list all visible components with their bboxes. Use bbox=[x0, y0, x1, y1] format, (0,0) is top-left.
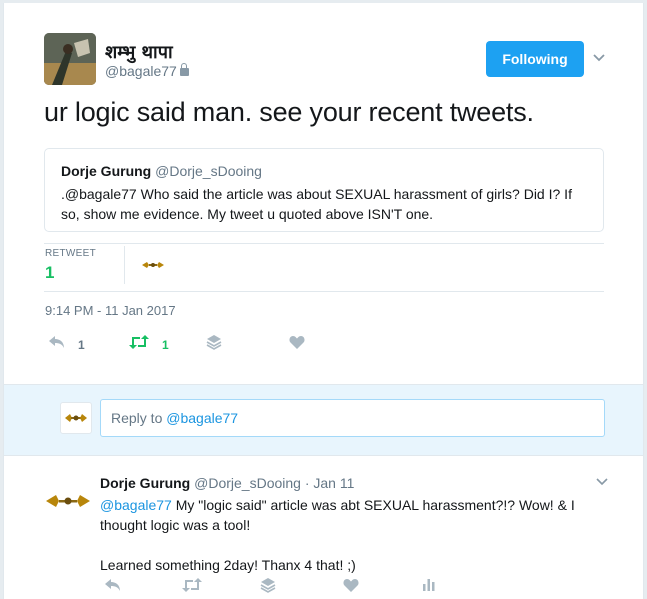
reply-retweet-action[interactable] bbox=[181, 578, 203, 597]
retweeter-avatar[interactable] bbox=[141, 258, 165, 270]
quoted-tweet[interactable]: Dorje Gurung @Dorje_sDooing .@bagale77 W… bbox=[44, 148, 604, 232]
reply-stack-action[interactable] bbox=[260, 577, 276, 598]
reply-mention[interactable]: @bagale77 bbox=[100, 497, 172, 513]
reply-like-action[interactable] bbox=[343, 578, 359, 597]
retweet-count: 1 bbox=[162, 337, 169, 352]
quoted-author[interactable]: Dorje Gurung @Dorje_sDooing bbox=[61, 163, 262, 179]
author-name[interactable]: शम्भु थापा bbox=[105, 40, 173, 64]
quoted-author-handle[interactable]: @Dorje_sDooing bbox=[155, 163, 262, 179]
stack-icon bbox=[260, 577, 276, 598]
reply-placeholder-mention: @bagale77 bbox=[166, 410, 239, 426]
lock-icon bbox=[179, 63, 189, 76]
stats-separator bbox=[124, 246, 125, 284]
reply-author[interactable]: Dorje Gurung @Dorje_sDooing · Jan 11 bbox=[100, 475, 354, 491]
tweet-card: शम्भु थापा @bagale77 Following ur logic … bbox=[3, 3, 644, 599]
reply-reply-action[interactable] bbox=[104, 578, 122, 597]
retweet-icon bbox=[128, 335, 150, 354]
reply-text: @bagale77 My "logic said" article was ab… bbox=[100, 495, 590, 575]
heart-icon bbox=[343, 578, 359, 597]
analytics-icon bbox=[422, 577, 436, 596]
reply-chevron-down-icon[interactable] bbox=[596, 475, 608, 489]
retweet-stat-count[interactable]: 1 bbox=[45, 263, 54, 283]
reply-icon bbox=[48, 335, 66, 354]
reply-text-line1: My "logic said" article was abt SEXUAL h… bbox=[100, 497, 575, 533]
tweet-timestamp[interactable]: 9:14 PM - 11 Jan 2017 bbox=[45, 303, 176, 318]
author-handle-text[interactable]: @bagale77 bbox=[105, 63, 177, 79]
reply-icon bbox=[104, 578, 122, 597]
retweet-stat-label[interactable]: RETWEET bbox=[45, 248, 96, 259]
like-action[interactable] bbox=[289, 335, 305, 354]
divider bbox=[44, 243, 604, 244]
stack-icon bbox=[206, 334, 222, 355]
heart-icon bbox=[289, 335, 305, 354]
reply-text-line2: Learned something 2day! Thanx 4 that! ;) bbox=[100, 557, 356, 573]
author-avatar[interactable] bbox=[44, 33, 96, 85]
reply-date[interactable]: · Jan 11 bbox=[305, 475, 355, 491]
retweet-action[interactable]: 1 bbox=[128, 335, 169, 354]
reply-input[interactable]: Reply to @bagale77 bbox=[100, 399, 605, 437]
stack-action[interactable] bbox=[206, 334, 222, 355]
following-button[interactable]: Following bbox=[486, 41, 584, 77]
reply-author-name[interactable]: Dorje Gurung bbox=[100, 475, 190, 491]
my-avatar bbox=[60, 402, 92, 434]
tweet-text: ur logic said man. see your recent tweet… bbox=[44, 97, 534, 127]
author-handle[interactable]: @bagale77 bbox=[105, 63, 189, 79]
retweet-icon bbox=[181, 578, 203, 597]
reply-placeholder-prefix: Reply to bbox=[111, 410, 167, 426]
reply-author-avatar[interactable] bbox=[44, 489, 92, 513]
chevron-down-icon[interactable] bbox=[592, 50, 606, 64]
quoted-author-name[interactable]: Dorje Gurung bbox=[61, 163, 151, 179]
divider bbox=[44, 291, 604, 292]
quoted-text: .@bagale77 Who said the article was abou… bbox=[61, 186, 572, 222]
reply-analytics-action[interactable] bbox=[422, 577, 436, 596]
reply-action[interactable]: 1 bbox=[48, 335, 85, 354]
reply-author-handle[interactable]: @Dorje_sDooing bbox=[194, 475, 301, 491]
reply-count: 1 bbox=[78, 337, 85, 352]
